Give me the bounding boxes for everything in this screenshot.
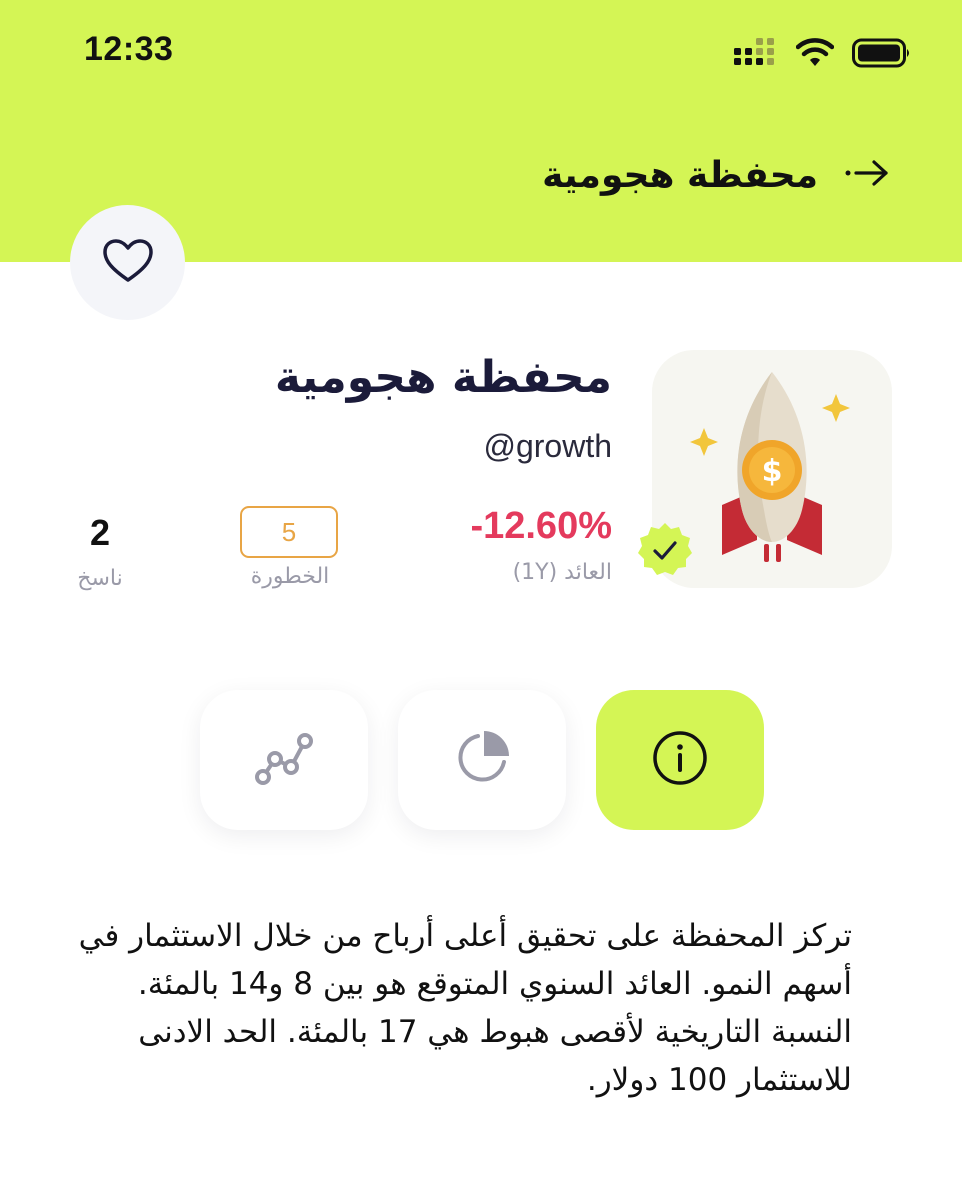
favorite-button[interactable] [70,205,185,320]
pie-chart-icon [451,727,513,793]
line-chart-icon [253,727,315,793]
info-icon [651,729,709,791]
back-button[interactable] [842,150,892,200]
tab-performance[interactable] [200,690,368,830]
battery-icon [852,38,912,72]
signal-icon [734,38,778,72]
wifi-icon [795,38,835,72]
status-time: 12:33 [84,30,174,68]
portfolio-description: تركز المحفظة على تحقيق أعلى أرباح من خلا… [78,918,852,1098]
return-label: العائد (1Y) [512,560,612,585]
portfolio-name: محفظة هجومية [274,352,612,403]
tab-allocation[interactable] [398,690,566,830]
verified-badge [636,521,694,579]
svg-text:$: $ [762,454,783,489]
nav-header: محفظة هجومية [542,150,892,200]
risk-label: الخطورة [250,564,330,589]
stat-copiers: 2 ناسخ [60,512,140,591]
check-badge-icon [636,523,694,583]
stat-return: -12.60% العائد (1Y) [470,505,612,585]
copiers-label: ناسخ [77,566,123,591]
return-value: -12.60% [470,505,612,547]
stat-risk: 5 الخطورة [240,506,340,589]
risk-value: 5 [240,506,338,558]
heart-icon [102,238,154,288]
tab-info[interactable] [596,690,764,830]
status-bar: 12:33 [0,0,962,110]
arrow-right-icon [844,158,890,192]
copiers-value: 2 [89,512,111,553]
status-icons [734,38,912,72]
portfolio-handle: @growth [483,428,612,464]
page-title: محفظة هجومية [542,154,818,196]
